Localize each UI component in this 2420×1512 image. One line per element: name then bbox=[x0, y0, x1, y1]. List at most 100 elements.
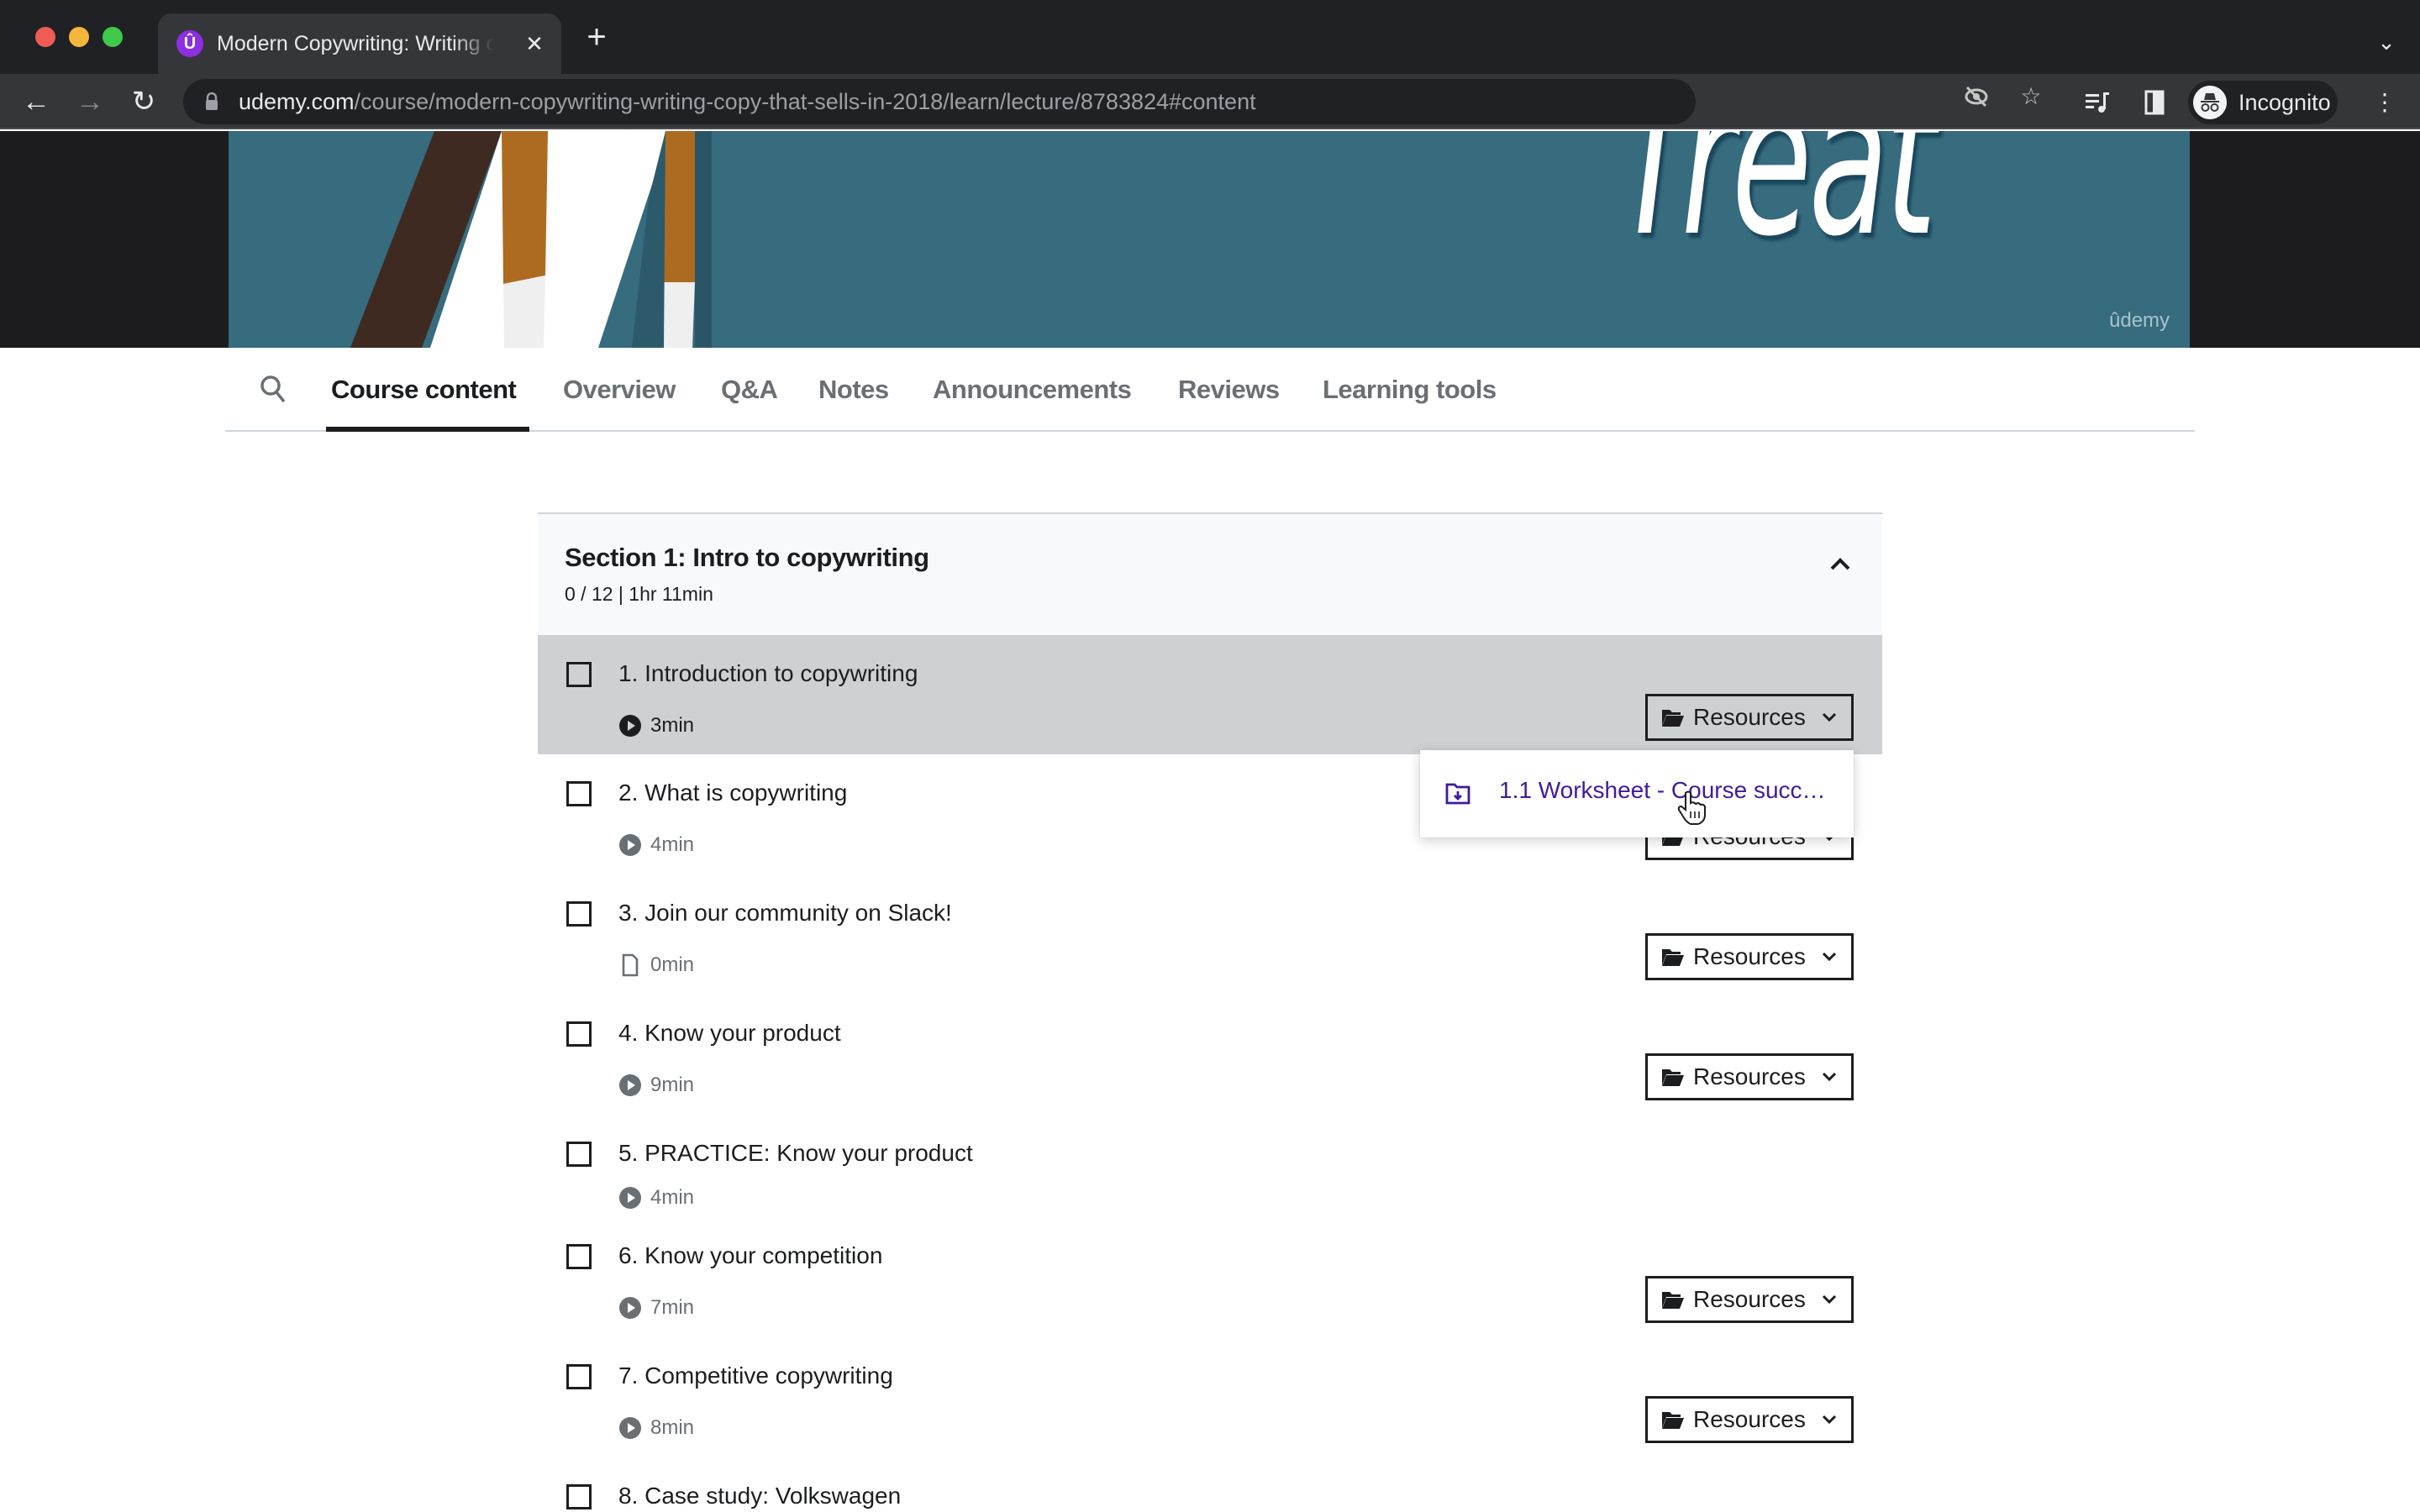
window-zoom-button[interactable] bbox=[103, 27, 123, 47]
chevron-down-icon bbox=[1822, 1294, 1836, 1305]
resources-button[interactable]: Resources bbox=[1645, 1053, 1854, 1100]
folder-open-icon bbox=[1662, 1069, 1684, 1086]
lecture-duration: 3min bbox=[650, 714, 695, 737]
lecture-row[interactable]: 7. Competitive copywriting 8min Resource… bbox=[538, 1337, 1882, 1457]
lecture-meta: 4min bbox=[618, 1185, 694, 1210]
lecture-row[interactable]: 6. Know your competition 7min Resources bbox=[538, 1217, 1882, 1337]
lecture-row[interactable]: 4. Know your product 9min Resources bbox=[538, 995, 1882, 1115]
lecture-checkbox[interactable] bbox=[566, 1142, 592, 1167]
lecture-meta: 3min bbox=[618, 713, 694, 738]
lecture-checkbox[interactable] bbox=[566, 781, 592, 806]
incognito-label: Incognito bbox=[2238, 90, 2331, 115]
chevron-up-icon[interactable] bbox=[1825, 549, 1855, 580]
video-overlay-word: Treat bbox=[1615, 131, 1937, 282]
lecture-meta: 8min bbox=[618, 1415, 694, 1441]
lecture-title: 4. Know your product bbox=[618, 1020, 841, 1046]
lecture-row[interactable]: 5. PRACTICE: Know your product 4min bbox=[538, 1115, 1882, 1217]
resources-button[interactable]: Resources bbox=[1645, 933, 1854, 980]
illustration-orange-leg-left bbox=[502, 131, 548, 284]
illustration-shadow bbox=[695, 131, 712, 348]
resource-link[interactable]: 1.1 Worksheet - Course succ… bbox=[1499, 777, 1826, 804]
lecture-title: 7. Competitive copywriting bbox=[618, 1362, 893, 1389]
window-close-button[interactable] bbox=[35, 27, 55, 47]
section-header[interactable]: Section 1: Intro to copywriting 0 / 12 |… bbox=[538, 512, 1882, 635]
browser-menu-icon[interactable]: ⋮ bbox=[2370, 87, 2400, 118]
chevron-down-icon bbox=[1822, 952, 1836, 962]
course-nav-tabs: Course content Overview Q&A Notes Announ… bbox=[225, 348, 2195, 432]
browser-tab-strip: Û Modern Copywriting: Writing copy that … bbox=[0, 0, 2420, 74]
folder-open-icon bbox=[1662, 1292, 1684, 1309]
lecture-checkbox[interactable] bbox=[566, 901, 592, 927]
lecture-title: 8. Case study: Volkswagen bbox=[618, 1483, 902, 1509]
window-minimize-button[interactable] bbox=[69, 27, 89, 47]
incognito-profile-button[interactable]: Incognito bbox=[2188, 81, 2338, 124]
lecture-title: 6. Know your competition bbox=[618, 1242, 883, 1268]
lecture-row[interactable]: 8. Case study: Volkswagen bbox=[538, 1457, 1882, 1512]
folder-download-icon bbox=[1445, 783, 1470, 805]
tab-notes[interactable]: Notes bbox=[818, 373, 889, 407]
browser-tab-active[interactable]: Û Modern Copywriting: Writing copy that … bbox=[158, 13, 561, 74]
play-circle-icon bbox=[619, 1297, 641, 1319]
tab-close-icon[interactable]: ✕ bbox=[521, 30, 548, 57]
chevron-down-icon bbox=[1822, 1415, 1836, 1425]
lock-icon bbox=[206, 92, 218, 110]
forward-arrow-icon[interactable]: → bbox=[71, 82, 109, 121]
lecture-duration: 4min bbox=[650, 1186, 695, 1209]
lecture-duration: 4min bbox=[650, 833, 695, 856]
lecture-row[interactable]: 3. Join our community on Slack! 0min Res… bbox=[538, 874, 1882, 995]
section-progress: 0 / 12 | 1hr 11min bbox=[565, 583, 713, 605]
tab-reviews[interactable]: Reviews bbox=[1178, 373, 1280, 407]
tab-course-content[interactable]: Course content bbox=[331, 373, 517, 407]
lecture-checkbox[interactable] bbox=[566, 1364, 592, 1389]
file-article-icon bbox=[622, 953, 639, 977]
tab-learning-tools[interactable]: Learning tools bbox=[1323, 373, 1497, 407]
bookmark-star-icon[interactable]: ☆ bbox=[2017, 82, 2045, 111]
lecture-title: 2. What is copywriting bbox=[618, 780, 848, 806]
url-host: udemy.com bbox=[239, 89, 355, 114]
tab-search-chevron-icon[interactable]: ⌄ bbox=[2370, 25, 2403, 59]
resources-button[interactable]: Resources bbox=[1645, 694, 1854, 741]
resources-button[interactable]: Resources bbox=[1645, 1276, 1854, 1323]
chevron-down-icon bbox=[1822, 712, 1836, 722]
lecture-meta: 7min bbox=[618, 1295, 694, 1320]
illustration-sock-left bbox=[503, 276, 545, 348]
lecture-duration: 7min bbox=[650, 1296, 695, 1319]
tab-qa[interactable]: Q&A bbox=[721, 373, 778, 407]
resources-button[interactable]: Resources bbox=[1645, 1396, 1854, 1443]
lecture-checkbox[interactable] bbox=[566, 1244, 592, 1269]
side-panel-icon[interactable] bbox=[2139, 87, 2170, 118]
browser-toolbar: ← → ↻ udemy.com/course/modern-copywritin… bbox=[0, 74, 2420, 129]
media-control-icon[interactable] bbox=[2082, 87, 2112, 118]
resources-label: Resources bbox=[1693, 1406, 1806, 1432]
play-circle-icon bbox=[619, 1417, 641, 1439]
resources-label: Resources bbox=[1693, 1286, 1806, 1312]
lecture-checkbox[interactable] bbox=[566, 662, 592, 687]
reload-icon[interactable]: ↻ bbox=[124, 82, 163, 121]
lecture-duration: 9min bbox=[650, 1074, 695, 1096]
address-bar[interactable]: udemy.com/course/modern-copywriting-writ… bbox=[183, 79, 1696, 124]
lecture-checkbox[interactable] bbox=[566, 1484, 592, 1509]
illustration-sock-right bbox=[664, 282, 695, 348]
lecture-checkbox[interactable] bbox=[566, 1021, 592, 1047]
tab-overview[interactable]: Overview bbox=[563, 373, 676, 407]
eye-off-icon[interactable] bbox=[1962, 82, 1991, 111]
lecture-row[interactable]: 1. Introduction to copywriting 3min Reso… bbox=[538, 635, 1882, 754]
section-title: Section 1: Intro to copywriting bbox=[565, 543, 929, 572]
lecture-meta: 0min bbox=[618, 953, 694, 978]
url-text[interactable]: udemy.com/course/modern-copywriting-writ… bbox=[239, 79, 1256, 124]
course-section: Section 1: Intro to copywriting 0 / 12 |… bbox=[538, 512, 1882, 1512]
video-player-area[interactable]: Treat ûdemy bbox=[0, 131, 2420, 348]
search-icon[interactable] bbox=[259, 373, 287, 407]
folder-open-icon bbox=[1662, 949, 1684, 966]
chevron-down-icon bbox=[1822, 1072, 1836, 1082]
tab-announcements[interactable]: Announcements bbox=[933, 373, 1132, 407]
play-circle-icon bbox=[619, 1074, 641, 1096]
folder-open-icon bbox=[1662, 1412, 1684, 1429]
new-tab-button[interactable]: + bbox=[580, 20, 613, 55]
lecture-duration: 0min bbox=[650, 953, 695, 976]
video-frame[interactable]: Treat ûdemy bbox=[229, 131, 2190, 348]
resources-label: Resources bbox=[1693, 1063, 1806, 1089]
udemy-watermark: ûdemy bbox=[2109, 309, 2170, 332]
resources-dropdown-menu: 1.1 Worksheet - Course succ… bbox=[1420, 750, 1854, 837]
back-arrow-icon[interactable]: ← bbox=[17, 82, 55, 121]
